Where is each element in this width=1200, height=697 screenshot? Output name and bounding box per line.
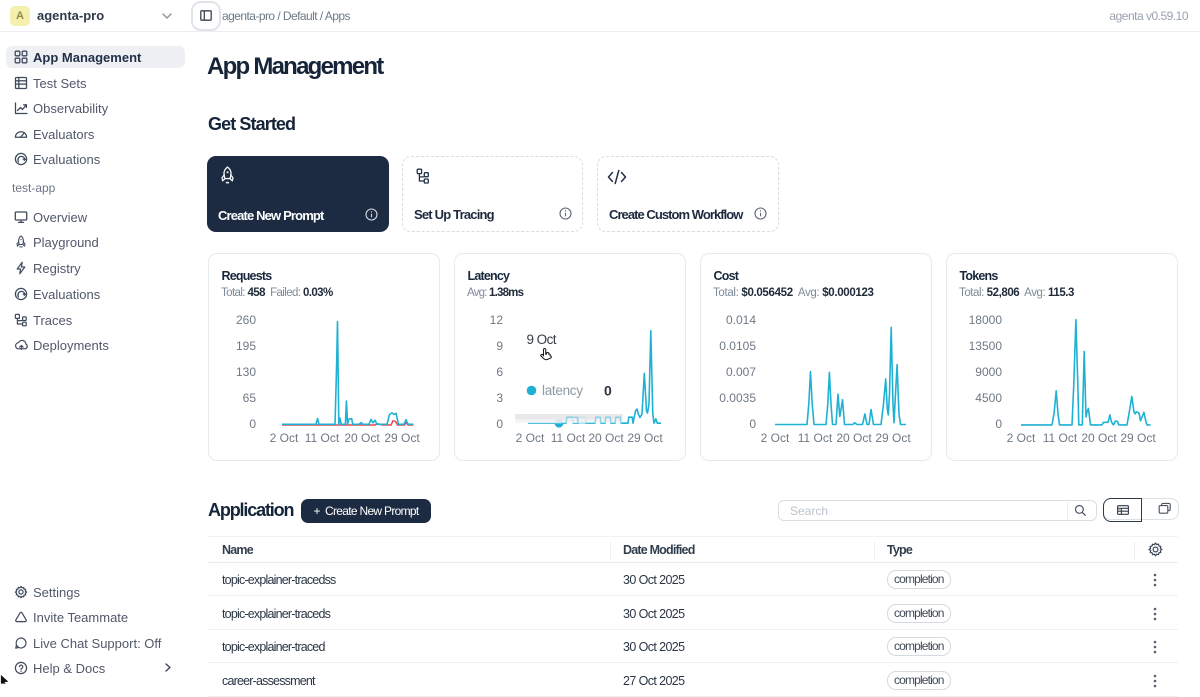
svg-text:11 Oct: 11 Oct (1043, 431, 1078, 445)
svg-text:3: 3 (496, 391, 503, 405)
svg-text:11 Oct: 11 Oct (551, 431, 586, 445)
svg-text:20 Oct: 20 Oct (588, 431, 624, 445)
svg-text:130: 130 (236, 365, 256, 379)
svg-text:20 Oct: 20 Oct (344, 431, 380, 445)
svg-text:195: 195 (236, 339, 256, 353)
svg-text:latency: latency (542, 383, 583, 398)
svg-text:11 Oct: 11 Oct (798, 431, 833, 445)
svg-text:11 Oct: 11 Oct (305, 431, 340, 445)
svg-text:29 Oct: 29 Oct (1120, 431, 1156, 445)
svg-text:65: 65 (243, 391, 257, 405)
svg-text:9 Oct: 9 Oct (527, 332, 557, 347)
svg-text:29 Oct: 29 Oct (627, 431, 663, 445)
svg-text:4500: 4500 (975, 391, 1002, 405)
svg-text:13500: 13500 (969, 339, 1003, 353)
svg-text:0.014: 0.014 (726, 313, 756, 327)
svg-text:0: 0 (749, 417, 756, 431)
svg-text:20 Oct: 20 Oct (1081, 431, 1117, 445)
svg-text:2 Oct: 2 Oct (270, 431, 299, 445)
svg-text:0: 0 (604, 383, 612, 399)
svg-text:6: 6 (496, 365, 503, 379)
svg-text:12: 12 (490, 313, 504, 327)
svg-text:2 Oct: 2 Oct (761, 431, 790, 445)
svg-text:260: 260 (236, 313, 256, 327)
svg-text:0: 0 (995, 417, 1002, 431)
svg-text:0.0105: 0.0105 (719, 339, 756, 353)
svg-text:29 Oct: 29 Oct (875, 431, 911, 445)
svg-text:0: 0 (249, 417, 256, 431)
svg-text:2 Oct: 2 Oct (516, 431, 545, 445)
svg-text:0: 0 (496, 417, 503, 431)
svg-text:29 Oct: 29 Oct (384, 431, 420, 445)
svg-text:9000: 9000 (975, 365, 1002, 379)
svg-text:2 Oct: 2 Oct (1007, 431, 1036, 445)
svg-text:0.0035: 0.0035 (719, 391, 756, 405)
svg-text:9: 9 (496, 339, 503, 353)
svg-text:0.007: 0.007 (726, 365, 756, 379)
svg-text:18000: 18000 (969, 313, 1003, 327)
svg-text:20 Oct: 20 Oct (836, 431, 872, 445)
